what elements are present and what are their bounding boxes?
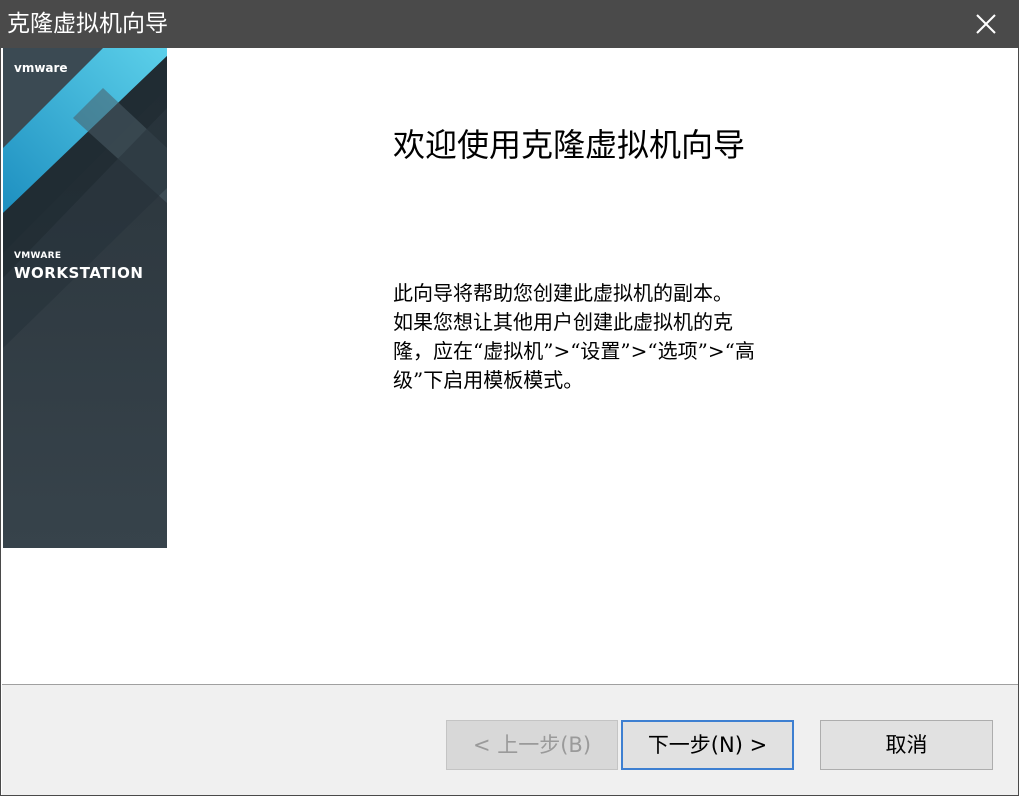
next-button[interactable]: 下一步(N) >	[621, 720, 794, 770]
clone-vm-wizard-window: 克隆虚拟机向导 vmware VMWARE WORKSTATION 欢迎使用克隆…	[0, 0, 1019, 796]
wizard-footer: < 上一步(B) 下一步(N) > 取消	[2, 684, 1018, 795]
wizard-heading: 欢迎使用克隆虚拟机向导	[393, 126, 746, 164]
banner-graphic	[3, 48, 167, 548]
description-line: 隆，应在“虚拟机”>“设置”>“选项”>“高	[393, 339, 755, 363]
close-icon	[976, 14, 996, 34]
wizard-description: 此向导将帮助您创建此虚拟机的副本。 如果您想让其他用户创建此虚拟机的克 隆，应在…	[393, 279, 813, 395]
close-button[interactable]	[954, 1, 1018, 48]
back-button[interactable]: < 上一步(B)	[446, 720, 618, 770]
vmware-banner: vmware VMWARE WORKSTATION	[3, 48, 167, 548]
vmware-brand-label: VMWARE	[14, 251, 62, 261]
description-line: 此向导将帮助您创建此虚拟机的副本。	[393, 281, 733, 305]
window-title: 克隆虚拟机向导	[7, 11, 168, 37]
vmware-product-label: WORKSTATION	[14, 264, 144, 282]
cancel-button[interactable]: 取消	[820, 720, 993, 770]
description-line: 级”下启用模板模式。	[393, 368, 584, 392]
description-line: 如果您想让其他用户创建此虚拟机的克	[393, 310, 733, 334]
vmware-logo: vmware	[14, 61, 68, 75]
title-bar[interactable]: 克隆虚拟机向导	[1, 1, 1018, 48]
